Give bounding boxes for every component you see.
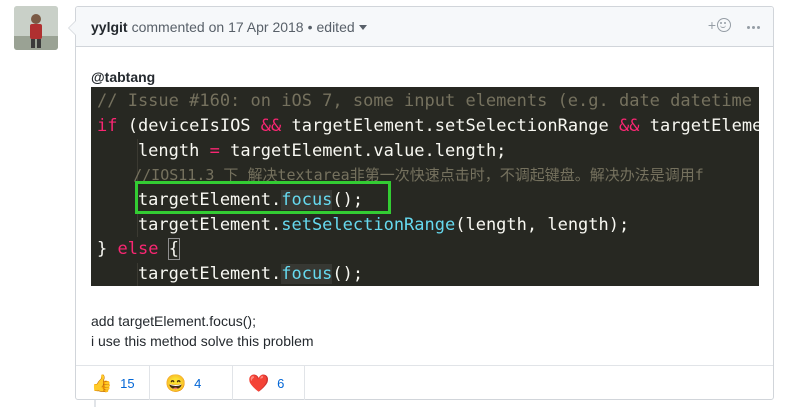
reaction-heart[interactable]: ❤️ 6	[233, 366, 305, 400]
body-line-1: add targetElement.focus();	[91, 313, 256, 329]
comment-date[interactable]: 17 Apr 2018	[228, 19, 304, 35]
comment-body: add targetElement.focus(); i use this me…	[91, 311, 314, 351]
smiley-icon	[717, 18, 731, 32]
more-options-icon[interactable]	[745, 19, 761, 35]
code-line-2: if (deviceIsIOS && targetElement.setSele…	[97, 116, 759, 136]
heart-icon: ❤️	[248, 373, 270, 393]
mention-link[interactable]: @tabtang	[91, 69, 155, 85]
code-line-1: // Issue #160: on iOS 7, some input elem…	[97, 91, 759, 111]
thumbs-up-icon: 👍	[91, 373, 113, 393]
author-link[interactable]: yylgit	[91, 19, 128, 35]
comment-header: yylgit commented on 17 Apr 2018 • edited…	[76, 7, 773, 47]
reaction-count: 4	[194, 375, 202, 391]
add-reaction-button[interactable]: +	[708, 17, 731, 33]
separator: •	[307, 18, 313, 35]
reaction-count: 6	[277, 375, 285, 391]
code-screenshot-image: // Issue #160: on iOS 7, some input elem…	[91, 87, 759, 286]
smile-icon: 😄	[165, 373, 187, 393]
edited-dropdown[interactable]: edited	[317, 19, 367, 35]
comment-box: yylgit commented on 17 Apr 2018 • edited…	[68, 6, 774, 400]
highlight-box	[135, 181, 391, 214]
chevron-down-icon	[358, 25, 367, 31]
code-line-8: targetElement.focus();	[97, 264, 364, 284]
code-line-6: targetElement.setSelectionRange(length, …	[97, 215, 630, 235]
reaction-thumbs-up[interactable]: 👍 15	[76, 366, 150, 400]
reaction-smile[interactable]: 😄 4	[150, 366, 233, 400]
comment-action: commented on	[131, 18, 225, 35]
reaction-count: 15	[120, 375, 135, 391]
plus-icon: +	[707, 17, 716, 33]
code-line-3: length = targetElement.value.length;	[97, 141, 507, 161]
edited-label: edited	[316, 18, 355, 35]
avatar[interactable]	[14, 6, 58, 50]
body-line-2: i use this method solve this problem	[91, 333, 314, 349]
reactions-bar: 👍 15 😄 4 ❤️ 6	[76, 365, 773, 400]
code-line-7: } else {	[97, 238, 180, 260]
